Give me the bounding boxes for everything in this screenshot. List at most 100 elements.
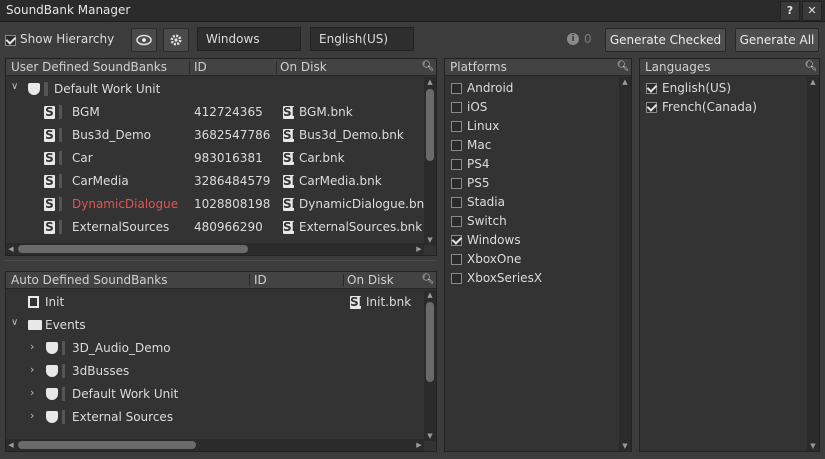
chevron-right-icon[interactable]: ›: [30, 386, 34, 399]
generate-all-button[interactable]: Generate All: [735, 28, 819, 52]
platforms-item[interactable]: iOS: [451, 98, 601, 117]
event-workunit-row[interactable]: › External Sources: [6, 406, 422, 429]
event-workunit-row[interactable]: › 3D_Audio_Demo: [6, 337, 422, 360]
folder-icon: [28, 320, 42, 330]
chevron-right-icon[interactable]: ›: [30, 363, 34, 376]
platforms-checkbox[interactable]: [451, 178, 462, 189]
scroll-right-icon[interactable]: ▶: [414, 244, 424, 254]
platforms-item[interactable]: Switch: [451, 212, 601, 231]
soundbank-file: DynamicDialogue.bnk: [299, 197, 432, 211]
scroll-up-icon[interactable]: ▲: [425, 290, 435, 300]
soundbank-row[interactable]: S Bus3d_Demo 3682547786 SB Bus3d_Demo.bnk: [6, 124, 422, 147]
platforms-checkbox[interactable]: [451, 254, 462, 265]
auto-banks-hscrollbar[interactable]: ◀ ▶: [6, 439, 424, 451]
platforms-checkbox[interactable]: [451, 140, 462, 151]
help-icon: ?: [786, 4, 794, 17]
platforms-item[interactable]: Linux: [451, 117, 601, 136]
platforms-item[interactable]: XboxOne: [451, 250, 601, 269]
scroll-down-icon[interactable]: ▼: [425, 431, 435, 441]
platforms-checkbox[interactable]: [451, 235, 462, 246]
soundbank-row[interactable]: S Car 983016381 SB Car.bnk: [6, 147, 422, 170]
close-button[interactable]: ✕: [802, 1, 822, 21]
search-icon[interactable]: 🔍︎: [421, 60, 435, 74]
platforms-checkbox[interactable]: [451, 121, 462, 132]
languages-item[interactable]: French(Canada): [646, 98, 796, 117]
soundbank-name: Bus3d_Demo: [72, 128, 151, 142]
platforms-item[interactable]: Stadia: [451, 193, 601, 212]
scroll-up-icon[interactable]: ▲: [808, 77, 818, 87]
platforms-item[interactable]: PS5: [451, 174, 601, 193]
work-unit-row[interactable]: ∨ Default Work Unit: [6, 78, 422, 101]
platforms-checkbox[interactable]: [451, 197, 462, 208]
chevron-down-icon[interactable]: ∨: [11, 81, 18, 92]
event-workunit-row[interactable]: › 3dBusses: [6, 360, 422, 383]
event-workunit-label: Default Work Unit: [72, 387, 179, 401]
scroll-left-icon[interactable]: ◀: [6, 440, 16, 450]
language-combo[interactable]: English(US): [310, 27, 414, 51]
soundbank-row[interactable]: S ExternalSources 480966290 SB ExternalSourc…: [6, 216, 422, 239]
init-row[interactable]: Init SB Init.bnk: [6, 291, 422, 314]
generate-checked-button[interactable]: Generate Checked: [605, 28, 726, 52]
show-hierarchy-checkbox[interactable]: [5, 35, 16, 46]
platforms-item[interactable]: Mac: [451, 136, 601, 155]
platforms-checkbox[interactable]: [451, 273, 462, 284]
languages-checkbox[interactable]: [646, 102, 657, 113]
soundbank-bar-icon: [59, 128, 62, 142]
scroll-right-icon[interactable]: ▶: [414, 440, 424, 450]
soundbank-file: Car.bnk: [299, 151, 345, 165]
platforms-item[interactable]: PS4: [451, 155, 601, 174]
user-banks-hscrollbar[interactable]: ◀ ▶: [6, 243, 424, 255]
auto-banks-hscroll-thumb[interactable]: [18, 441, 196, 449]
panel-splitter[interactable]: [5, 260, 437, 266]
search-icon[interactable]: 🔍︎: [421, 273, 435, 287]
user-banks-col-id[interactable]: ID: [194, 60, 207, 74]
user-banks-hscroll-thumb[interactable]: [18, 245, 248, 253]
scroll-down-icon[interactable]: ▼: [808, 441, 818, 451]
bnk-file-icon: SB: [283, 220, 301, 234]
soundbank-row[interactable]: S DynamicDialogue 1028808198 SB DynamicDialo…: [6, 193, 431, 216]
auto-banks-col-disk[interactable]: On Disk: [347, 273, 394, 287]
user-banks-vscroll-thumb[interactable]: [426, 89, 434, 161]
user-banks-vscrollbar[interactable]: ▲ ▼: [424, 77, 436, 245]
platforms-vscrollbar[interactable]: ▲ ▼: [619, 77, 631, 451]
user-banks-col-name[interactable]: User Defined SoundBanks: [11, 60, 167, 74]
platforms-item[interactable]: Android: [451, 79, 601, 98]
eye-button[interactable]: [131, 28, 157, 52]
search-icon[interactable]: 🔍︎: [616, 60, 630, 74]
soundbank-row[interactable]: S CarMedia 3286484579 SB CarMedia.bnk: [6, 170, 422, 193]
scroll-left-icon[interactable]: ◀: [6, 244, 16, 254]
platforms-checkbox[interactable]: [451, 159, 462, 170]
platforms-label: PS5: [467, 176, 490, 190]
search-icon[interactable]: 🔍︎: [804, 60, 818, 74]
auto-banks-col-name[interactable]: Auto Defined SoundBanks: [11, 273, 167, 287]
user-banks-col-disk[interactable]: On Disk: [280, 60, 327, 74]
scroll-up-icon[interactable]: ▲: [425, 77, 435, 87]
scroll-up-icon[interactable]: ▲: [620, 77, 630, 87]
window-title: SoundBank Manager: [6, 3, 131, 17]
platforms-item[interactable]: XboxSeriesX: [451, 269, 601, 288]
soundbank-row[interactable]: S BGM 412724365 SB BGM.bnk: [6, 101, 422, 124]
auto-banks-vscrollbar[interactable]: ▲ ▼: [424, 290, 436, 441]
chevron-right-icon[interactable]: ›: [30, 409, 34, 422]
platforms-checkbox[interactable]: [451, 102, 462, 113]
languages-checkbox[interactable]: [646, 83, 657, 94]
scroll-down-icon[interactable]: ▼: [425, 235, 435, 245]
auto-banks-vscroll-thumb[interactable]: [426, 302, 434, 382]
show-hierarchy-toggle[interactable]: Show Hierarchy: [5, 32, 114, 47]
chevron-down-icon[interactable]: ∨: [11, 317, 18, 328]
event-workunit-row[interactable]: › Default Work Unit: [6, 383, 422, 406]
chevron-right-icon[interactable]: ›: [30, 340, 34, 353]
work-unit-bar-icon: [44, 82, 48, 96]
platforms-item[interactable]: Windows: [451, 231, 601, 250]
platforms-label: Android: [467, 81, 514, 95]
events-row[interactable]: ∨ Events: [6, 314, 422, 337]
settings-button[interactable]: [163, 28, 189, 52]
platforms-checkbox[interactable]: [451, 216, 462, 227]
auto-banks-col-id[interactable]: ID: [254, 273, 267, 287]
platforms-checkbox[interactable]: [451, 83, 462, 94]
languages-item[interactable]: English(US): [646, 79, 796, 98]
languages-vscrollbar[interactable]: ▲ ▼: [807, 77, 819, 451]
scroll-down-icon[interactable]: ▼: [620, 441, 630, 451]
platform-combo[interactable]: Windows: [197, 27, 301, 51]
help-button[interactable]: ?: [780, 1, 800, 21]
